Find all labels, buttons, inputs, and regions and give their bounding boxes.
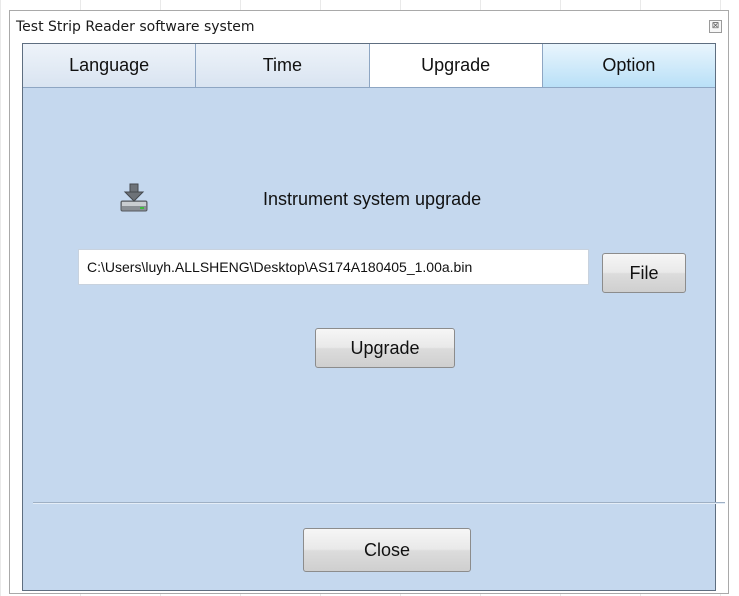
close-window-icon[interactable]: ⊠ (709, 20, 722, 33)
tab-time[interactable]: Time (196, 44, 370, 87)
window-title: Test Strip Reader software system (16, 19, 255, 35)
upgrade-heading: Instrument system upgrade (263, 189, 482, 209)
tab-language[interactable]: Language (23, 44, 197, 87)
close-button[interactable]: Close (303, 528, 471, 572)
download-drive-icon (120, 183, 148, 212)
tab-upgrade[interactable]: Upgrade (369, 44, 543, 87)
tab-bar: Language Time Upgrade Option (23, 44, 715, 88)
dialog-window: Test Strip Reader software system ⊠ Lang… (9, 10, 729, 594)
upgrade-button[interactable]: Upgrade (315, 328, 455, 368)
file-browse-button[interactable]: File (602, 253, 686, 293)
file-path-input[interactable] (78, 249, 589, 285)
footer-divider (33, 502, 725, 504)
title-bar[interactable]: Test Strip Reader software system ⊠ (10, 11, 728, 43)
dialog-body: Language Time Upgrade Option Instrument … (22, 43, 725, 591)
tab-option[interactable]: Option (542, 44, 715, 87)
